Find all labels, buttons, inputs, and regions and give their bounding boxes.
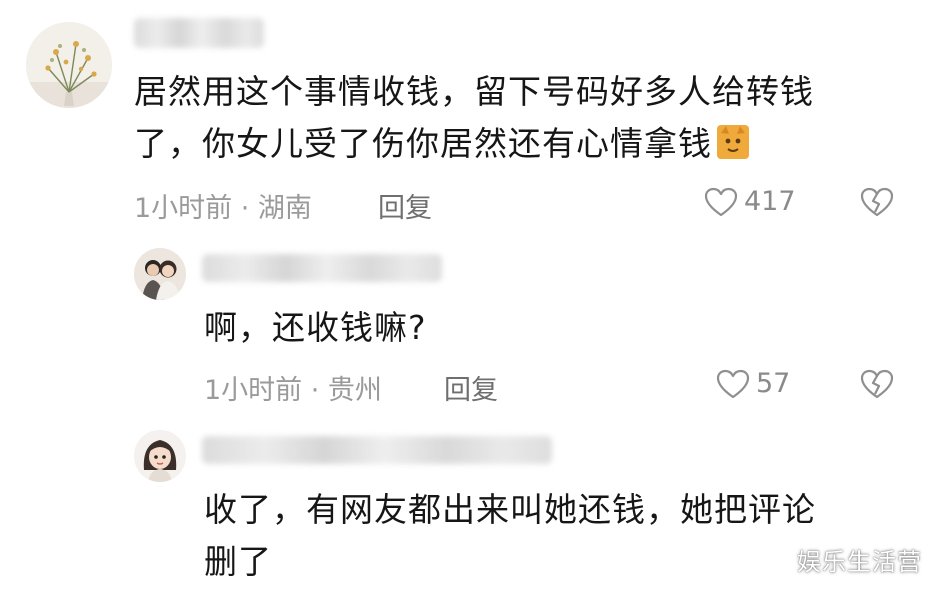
- comment-text-line-2: 了，你女儿受了伤你居然还有心情拿钱: [134, 124, 712, 163]
- comment-text: 居然用这个事情收钱，留下号码好多人给转钱 了，你女儿受了伤你居然还有心情拿钱: [134, 66, 894, 170]
- avatar-user-2[interactable]: [134, 248, 186, 300]
- username-blurred[interactable]: [202, 436, 552, 464]
- comment-text-line-1: 收了，有网友都出来叫她还钱，她把评论: [204, 490, 816, 529]
- like-button[interactable]: 417: [704, 186, 796, 217]
- username-blurred[interactable]: [202, 254, 442, 282]
- like-count: 57: [756, 368, 791, 399]
- comment-time-location: 1小时前 · 湖南: [134, 193, 312, 224]
- comment-text: 啊，还收钱嘛?: [204, 302, 427, 354]
- avatar-user-1[interactable]: [26, 22, 112, 108]
- cat-face-emoji-icon: [716, 123, 750, 161]
- heart-outline-icon: [716, 369, 750, 398]
- reply-button[interactable]: 回复: [444, 368, 498, 407]
- comment-text: 收了，有网友都出来叫她还钱，她把评论 删了: [204, 484, 884, 588]
- avatar-user-3[interactable]: [134, 430, 186, 482]
- comment-text-line-1: 啊，还收钱嘛?: [204, 308, 427, 347]
- broken-heart-icon[interactable]: [860, 186, 894, 218]
- watermark: 娱乐生活营: [797, 548, 922, 576]
- comment-time-location: 1小时前 · 贵州: [204, 375, 382, 406]
- comment-text-line-2: 删了: [204, 542, 272, 581]
- heart-outline-icon: [704, 187, 738, 216]
- username-blurred[interactable]: [134, 18, 264, 48]
- flower-vase-avatar-image: [26, 22, 112, 108]
- couple-photo-avatar-image: [134, 248, 186, 300]
- comment-thread: 居然用这个事情收钱，留下号码好多人给转钱 了，你女儿受了伤你居然还有心情拿钱 1…: [0, 0, 934, 593]
- comment-text-line-1: 居然用这个事情收钱，留下号码好多人给转钱: [134, 72, 814, 111]
- reply-button[interactable]: 回复: [378, 186, 432, 225]
- like-count: 417: [744, 186, 796, 217]
- broken-heart-icon[interactable]: [860, 368, 894, 400]
- cartoon-girl-avatar-image: [134, 430, 186, 482]
- like-button[interactable]: 57: [716, 368, 790, 399]
